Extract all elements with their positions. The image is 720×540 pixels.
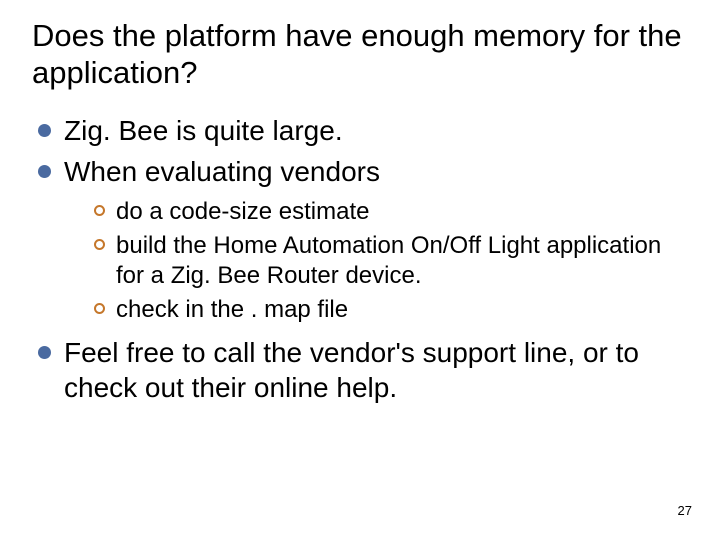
bullet-text: Zig. Bee is quite large. bbox=[64, 115, 343, 146]
bullet-text: do a code-size estimate bbox=[116, 198, 369, 225]
list-item: Zig. Bee is quite large. bbox=[38, 113, 688, 148]
list-item: When evaluating vendors do a code-size e… bbox=[38, 154, 688, 325]
list-item: check in the . map file bbox=[94, 295, 688, 325]
bullet-text: build the Home Automation On/Off Light a… bbox=[116, 232, 661, 289]
slide: Does the platform have enough memory for… bbox=[0, 0, 720, 540]
bullet-text: Feel free to call the vendor's support l… bbox=[64, 337, 639, 403]
bullet-list-level1: Zig. Bee is quite large. When evaluating… bbox=[32, 113, 688, 405]
list-item: do a code-size estimate bbox=[94, 197, 688, 227]
list-item: build the Home Automation On/Off Light a… bbox=[94, 231, 688, 291]
list-item: Feel free to call the vendor's support l… bbox=[38, 335, 688, 405]
slide-title: Does the platform have enough memory for… bbox=[32, 18, 688, 91]
bullet-text: check in the . map file bbox=[116, 296, 348, 323]
page-number: 27 bbox=[678, 503, 692, 518]
bullet-list-level2: do a code-size estimate build the Home A… bbox=[64, 197, 688, 325]
bullet-text: When evaluating vendors bbox=[64, 156, 380, 187]
